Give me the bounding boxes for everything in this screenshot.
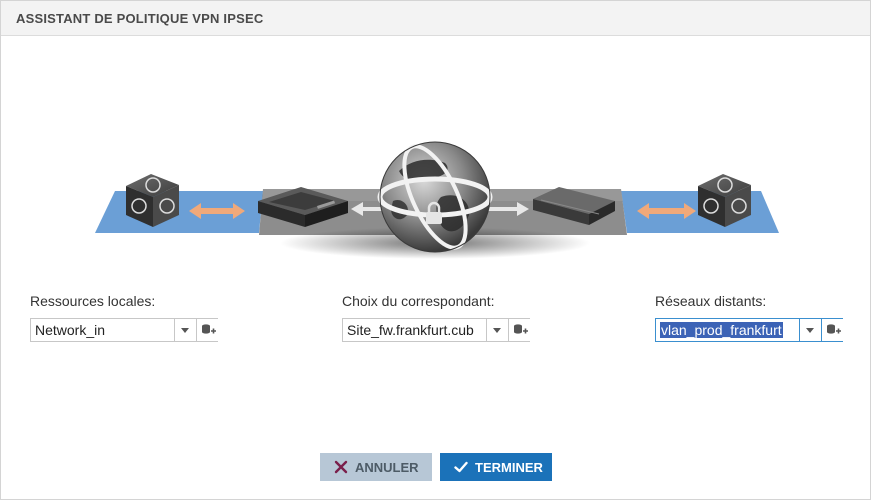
finish-button[interactable]: TERMINER [440,453,552,481]
local-resources-dropdown-icon[interactable] [174,319,196,341]
local-resources-select[interactable]: Network_in [30,318,218,342]
local-resources-label: Ressources locales: [30,293,156,309]
finish-button-label: TERMINER [475,459,543,475]
local-resources-add-icon[interactable] [196,319,218,341]
cancel-button[interactable]: ANNULER [320,453,432,481]
peer-choice-dropdown-icon[interactable] [486,319,508,341]
cancel-button-label: ANNULER [355,459,419,475]
peer-choice-label: Choix du correspondant: [342,293,495,309]
remote-networks-select[interactable]: vlan_prod_frankfurt [655,318,843,342]
remote-networks-dropdown-icon[interactable] [799,319,821,341]
check-icon [454,461,468,473]
remote-networks-add-icon[interactable] [821,319,843,341]
close-icon [334,460,348,474]
vpn-wizard-dialog: ASSISTANT DE POLITIQUE VPN IPSEC Ressour… [0,0,871,500]
vpn-topology-illustration [95,141,779,259]
remote-networks-label: Réseaux distants: [655,293,767,309]
local-resources-value: Network_in [35,322,106,338]
peer-choice-select[interactable]: Site_fw.frankfurt.cub [342,318,530,342]
remote-networks-value: vlan_prod_frankfurt [660,322,783,338]
peer-choice-add-icon[interactable] [508,319,530,341]
peer-choice-value: Site_fw.frankfurt.cub [347,322,474,338]
